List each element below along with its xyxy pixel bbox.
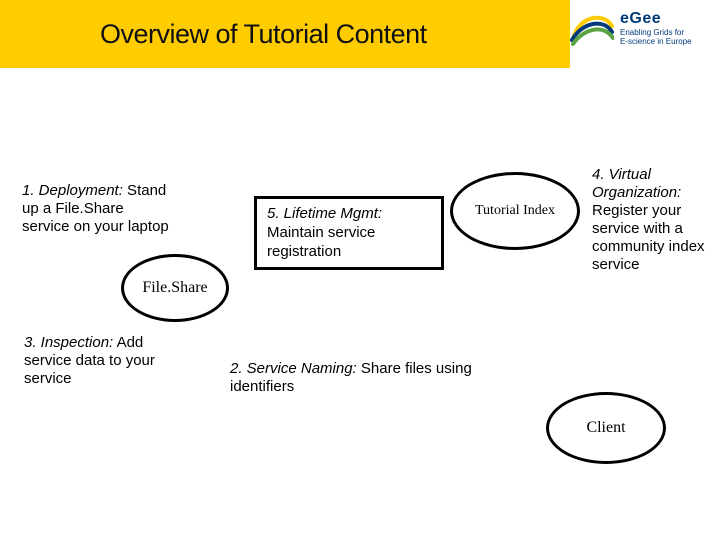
box-lifetime-mgmt: 5. Lifetime Mgmt: Maintain service regis… bbox=[254, 196, 444, 270]
anno-deployment-lead: 1. Deployment: bbox=[22, 182, 123, 199]
box-lifetime-rest: Maintain service registration bbox=[267, 224, 375, 260]
anno-inspection: 3. Inspection: Add service data to your … bbox=[24, 334, 174, 388]
anno-inspection-lead: 3. Inspection: bbox=[24, 334, 113, 351]
anno-deployment: 1. Deployment: Stand up a File.Share ser… bbox=[22, 182, 172, 236]
anno-virtual-org-rest: Register your service with a community i… bbox=[592, 202, 705, 273]
logo-tagline-1: Enabling Grids for bbox=[620, 28, 692, 37]
ellipse-tutorial-label: Tutorial Index bbox=[475, 203, 555, 219]
ellipse-client: Client bbox=[546, 392, 666, 464]
logo-area: eGee Enabling Grids for E-science in Eur… bbox=[570, 0, 720, 78]
logo-name: eGee bbox=[620, 10, 692, 28]
header: Overview of Tutorial Content eGee Enabli… bbox=[0, 0, 720, 78]
anno-service-naming-lead: 2. Service Naming: bbox=[230, 360, 357, 377]
egee-swoosh-icon bbox=[570, 6, 614, 50]
anno-service-naming: 2. Service Naming: Share files using ide… bbox=[230, 360, 520, 396]
title-band: Overview of Tutorial Content bbox=[0, 0, 570, 68]
box-lifetime-lead: 5. Lifetime Mgmt: bbox=[267, 205, 382, 222]
ellipse-fileshare: File.Share bbox=[121, 254, 229, 322]
logo-tagline-2: E-science in Europe bbox=[620, 37, 692, 46]
ellipse-tutorial-index: Tutorial Index bbox=[450, 172, 580, 250]
anno-virtual-org-lead: 4. Virtual Organization: bbox=[592, 166, 681, 201]
anno-virtual-org: 4. Virtual Organization: Register your s… bbox=[592, 166, 714, 274]
ellipse-client-label: Client bbox=[586, 419, 625, 437]
diagram-stage: 1. Deployment: Stand up a File.Share ser… bbox=[0, 78, 720, 540]
page-title: Overview of Tutorial Content bbox=[100, 19, 427, 50]
ellipse-fileshare-label: File.Share bbox=[142, 279, 207, 297]
